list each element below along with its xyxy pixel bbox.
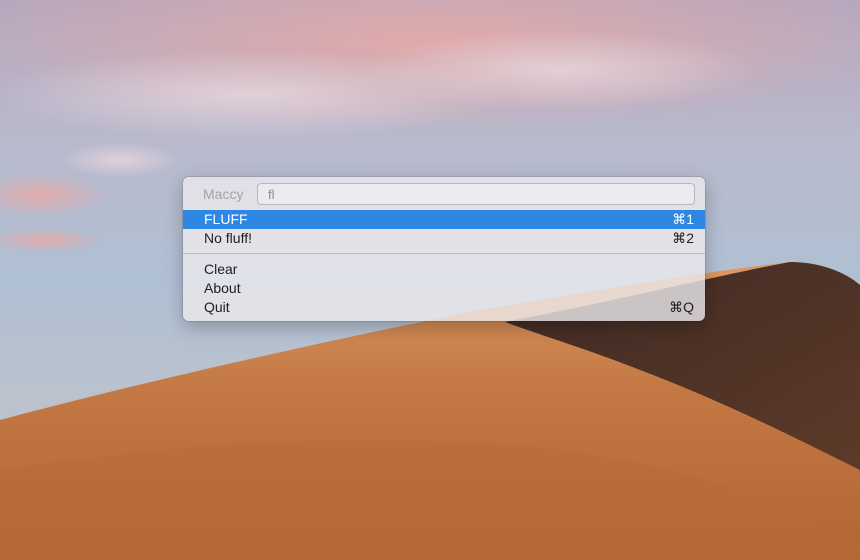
about-label: About bbox=[204, 280, 241, 296]
app-title: Maccy bbox=[203, 186, 244, 202]
history-item-label: No fluff! bbox=[204, 230, 252, 246]
history-item-shortcut: ⌘2 bbox=[672, 230, 694, 246]
search-input[interactable] bbox=[257, 183, 695, 205]
quit-shortcut: ⌘Q bbox=[669, 299, 694, 315]
quit-menu-item[interactable]: Quit ⌘Q bbox=[183, 298, 705, 317]
history-item-fluff[interactable]: FLUFF ⌘1 bbox=[183, 210, 705, 229]
menu-header: Maccy bbox=[183, 183, 705, 207]
desktop: Maccy FLUFF ⌘1 No fluff! ⌘2 Clear About … bbox=[0, 0, 860, 560]
maccy-menu: Maccy FLUFF ⌘1 No fluff! ⌘2 Clear About … bbox=[183, 177, 705, 321]
clear-label: Clear bbox=[204, 261, 238, 277]
menu-separator bbox=[183, 253, 705, 254]
history-item-no-fluff[interactable]: No fluff! ⌘2 bbox=[183, 229, 705, 248]
history-item-label: FLUFF bbox=[204, 211, 248, 227]
about-menu-item[interactable]: About bbox=[183, 279, 705, 298]
clear-menu-item[interactable]: Clear bbox=[183, 260, 705, 279]
history-item-shortcut: ⌘1 bbox=[672, 211, 694, 227]
quit-label: Quit bbox=[204, 299, 230, 315]
